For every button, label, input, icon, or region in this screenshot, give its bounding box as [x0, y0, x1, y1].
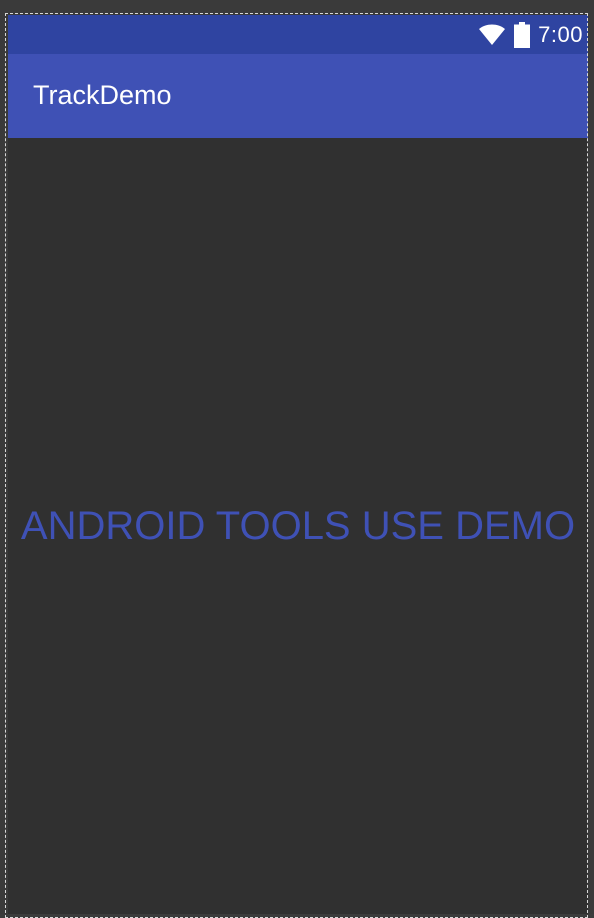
app-toolbar: TrackDemo: [8, 54, 588, 138]
main-content: ANDROID TOOLS USE DEMO: [8, 138, 588, 914]
status-clock: 7:00: [538, 21, 583, 47]
status-bar: 7:00: [8, 15, 588, 54]
status-icons: 7:00: [478, 15, 583, 54]
app-title: TrackDemo: [33, 80, 172, 110]
device-screen: 7:00 TrackDemo ANDROID TOOLS USE DEMO: [8, 15, 588, 914]
battery-icon: [514, 21, 531, 48]
layout-preview-canvas: 7:00 TrackDemo ANDROID TOOLS USE DEMO: [0, 0, 594, 918]
demo-label: ANDROID TOOLS USE DEMO: [20, 504, 576, 548]
wifi-icon: [478, 24, 506, 46]
